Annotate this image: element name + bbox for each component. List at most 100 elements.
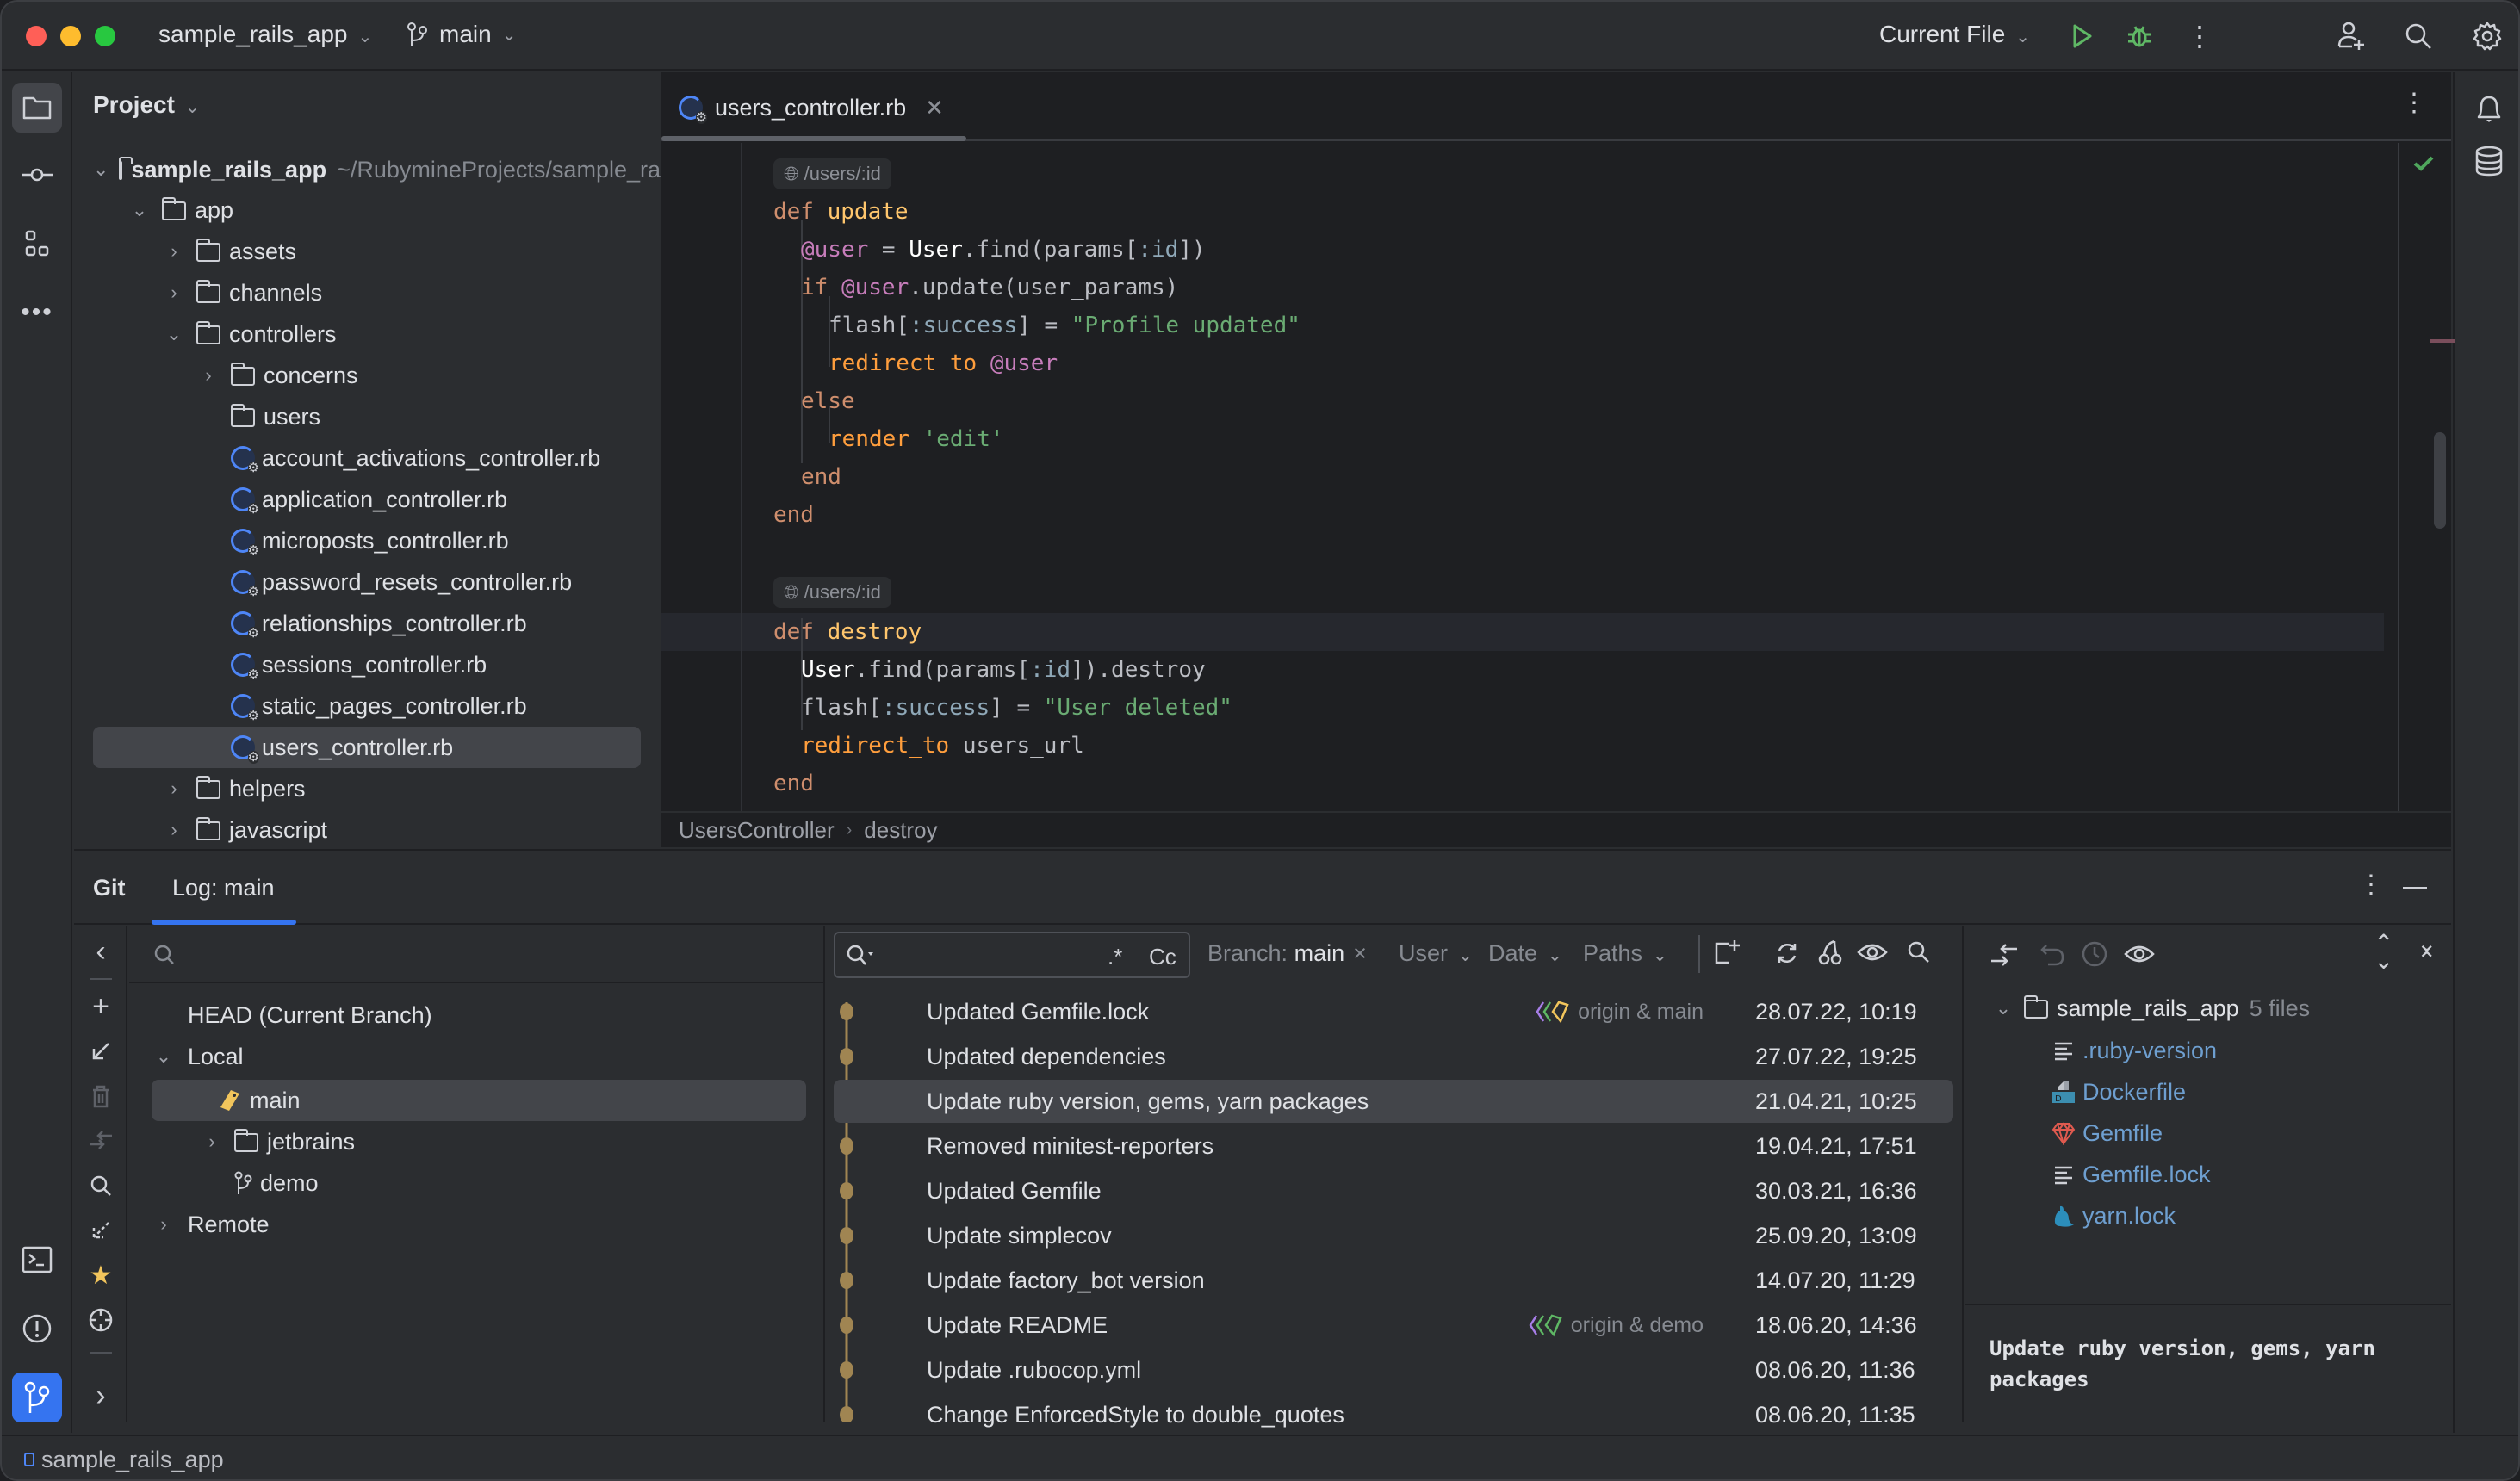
editor-scrollbar-thumb[interactable] [2434, 432, 2446, 529]
expand-all-icon[interactable]: ⌃ ⌄ [2374, 932, 2393, 973]
editor-tab[interactable]: users_controller.rb ✕ [679, 90, 944, 126]
git-options-button[interactable]: ⋮ [2358, 870, 2384, 900]
git-tool-button[interactable] [12, 1373, 62, 1422]
commit-row[interactable]: Updated dependencies 27.07.22, 19:25 [834, 1035, 1953, 1078]
cherry-pick-icon[interactable] [1817, 939, 1843, 966]
more-actions-button[interactable]: ⋮ [2181, 17, 2219, 55]
database-button[interactable] [2464, 136, 2514, 186]
regex-toggle[interactable]: .* [1108, 944, 1122, 970]
commit-row[interactable]: Update README origin & demo 18.06.20, 14:3… [834, 1304, 1953, 1347]
branch-item-main[interactable]: main [200, 1081, 301, 1120]
tree-file[interactable]: password_resets_controller.rb [196, 562, 572, 602]
commit-row[interactable]: Updated Gemfile.lock origin & main 28.07.2… [834, 990, 1953, 1033]
revert-icon[interactable] [2039, 942, 2065, 968]
changes-root[interactable]: ⌄ sample_rails_app 5 files [1991, 988, 2310, 1028]
tree-file[interactable]: application_controller.rb [196, 480, 507, 519]
tree-folder[interactable]: users [196, 397, 320, 437]
log-search-input[interactable]: .* Cc [834, 932, 1190, 978]
debug-button[interactable] [2120, 17, 2158, 55]
date-filter[interactable]: Date ⌄ [1488, 940, 1562, 967]
search-branch-button[interactable] [86, 1171, 115, 1200]
project-tool-button[interactable] [12, 83, 62, 133]
tree-folder[interactable]: › helpers [162, 769, 305, 809]
maximize-window-button[interactable] [95, 26, 115, 46]
new-tab-icon[interactable] [1714, 939, 1741, 966]
tree-folder[interactable]: › channels [162, 273, 322, 313]
tree-file[interactable]: static_pages_controller.rb [196, 686, 527, 726]
branch-group-remote[interactable]: › Remote [152, 1205, 269, 1244]
tree-folder[interactable]: ⌄ app [127, 190, 233, 230]
branch-switcher[interactable]: main ⌄ [407, 21, 516, 48]
tree-root[interactable]: ⌄ sample_rails_app ~/RubymineProjects/sa… [93, 150, 661, 189]
search-everywhere-button[interactable] [2399, 17, 2437, 55]
changed-file[interactable]: .ruby-version [2051, 1030, 2217, 1071]
branch-search[interactable] [129, 926, 823, 983]
breadcrumb-method[interactable]: destroy [864, 817, 937, 844]
new-branch-button[interactable]: + [86, 990, 115, 1023]
match-case-toggle[interactable]: Cc [1149, 944, 1176, 970]
changed-file[interactable]: Gemfile [2051, 1112, 2163, 1154]
user-filter[interactable]: User ⌄ [1399, 940, 1473, 967]
compare-arrows-icon[interactable] [1989, 942, 2019, 970]
commit-row[interactable]: Update factory_bot version 14.07.20, 11:2… [834, 1259, 1953, 1302]
problems-tool-button[interactable] [12, 1304, 62, 1354]
tree-folder[interactable]: › javascript [162, 810, 327, 850]
delete-branch-button[interactable] [86, 1081, 115, 1111]
add-user-button[interactable] [2332, 17, 2370, 55]
tree-file[interactable]: account_activations_controller.rb [196, 438, 600, 478]
collapse-branches-button[interactable]: ‹ [86, 935, 115, 968]
route-hint[interactable]: 🌐︎/users/:id [773, 158, 891, 189]
error-stripe-marker[interactable] [2430, 339, 2455, 343]
settings-button[interactable] [2468, 17, 2506, 55]
commit-row[interactable]: Update simplecov 25.09.20, 13:09 [834, 1214, 1953, 1257]
branch-group-local[interactable]: ⌄ Local [152, 1037, 244, 1076]
expand-button[interactable]: › [86, 1379, 115, 1412]
history-icon[interactable] [2081, 940, 2108, 968]
minimize-panel-button[interactable] [2403, 887, 2427, 889]
tree-folder[interactable]: › concerns [196, 356, 357, 395]
clear-filter-icon[interactable]: × [1353, 940, 1367, 966]
locate-button[interactable] [86, 1305, 115, 1335]
changed-file[interactable]: yarn.lock [2051, 1195, 2176, 1236]
close-tab-icon[interactable]: ✕ [925, 95, 944, 121]
changed-file[interactable]: Gemfile.lock [2051, 1154, 2211, 1195]
branch-item-jetbrains[interactable]: › jetbrains [200, 1122, 355, 1162]
run-button[interactable] [2064, 17, 2101, 55]
eye-icon[interactable] [2124, 940, 2155, 968]
terminal-tool-button[interactable] [12, 1235, 62, 1285]
commit-row[interactable]: Updated Gemfile 30.03.21, 16:36 [834, 1169, 1953, 1212]
changed-file[interactable]: D Dockerfile [2051, 1071, 2186, 1112]
minimize-window-button[interactable] [60, 26, 81, 46]
route-hint[interactable]: 🌐︎/users/:id [773, 577, 891, 608]
run-config-selector[interactable]: Current File ⌄ [1879, 21, 2030, 48]
structure-tool-button[interactable] [12, 219, 62, 269]
branch-item-demo[interactable]: demo [200, 1163, 319, 1203]
eye-icon[interactable] [1857, 939, 1888, 966]
tab-log-main[interactable]: Log: main [172, 875, 275, 902]
branch-head[interactable]: HEAD (Current Branch) [164, 995, 432, 1035]
tree-file[interactable]: microposts_controller.rb [196, 521, 509, 561]
commit-tool-button[interactable] [12, 150, 62, 200]
update-button[interactable] [86, 1037, 115, 1066]
commit-row[interactable]: Change EnforcedStyle to double_quotes 08.… [834, 1393, 1953, 1436]
tree-folder[interactable]: › assets [162, 232, 296, 271]
collapse-all-icon[interactable]: ⌄ ⌃ [2417, 932, 2436, 973]
notifications-button[interactable] [2464, 84, 2514, 134]
tree-file[interactable]: users_controller.rb [196, 728, 453, 767]
tree-file[interactable]: relationships_controller.rb [196, 604, 527, 643]
commit-row[interactable]: Update ruby version, gems, yarn packages… [834, 1080, 1953, 1123]
refresh-icon[interactable] [1774, 940, 1800, 966]
status-project[interactable]: sample_rails_app [41, 1447, 224, 1473]
compare-button[interactable] [86, 1126, 115, 1156]
project-view-selector[interactable]: Project ⌄ [93, 91, 200, 119]
paths-filter[interactable]: Paths ⌄ [1583, 940, 1667, 967]
close-window-button[interactable] [26, 26, 47, 46]
project-switcher[interactable]: sample_rails_app ⌄ [158, 21, 372, 48]
editor-tab-options[interactable]: ⋮ [2401, 88, 2427, 118]
breadcrumb-class[interactable]: UsersController [679, 817, 835, 844]
more-tools-button[interactable]: ••• [12, 288, 62, 338]
commit-row[interactable]: Removed minitest-reporters 19.04.21, 17:5… [834, 1125, 1953, 1168]
search-icon[interactable] [1907, 940, 1931, 964]
tree-file[interactable]: sessions_controller.rb [196, 645, 487, 685]
tree-folder[interactable]: ⌄ controllers [162, 314, 337, 354]
